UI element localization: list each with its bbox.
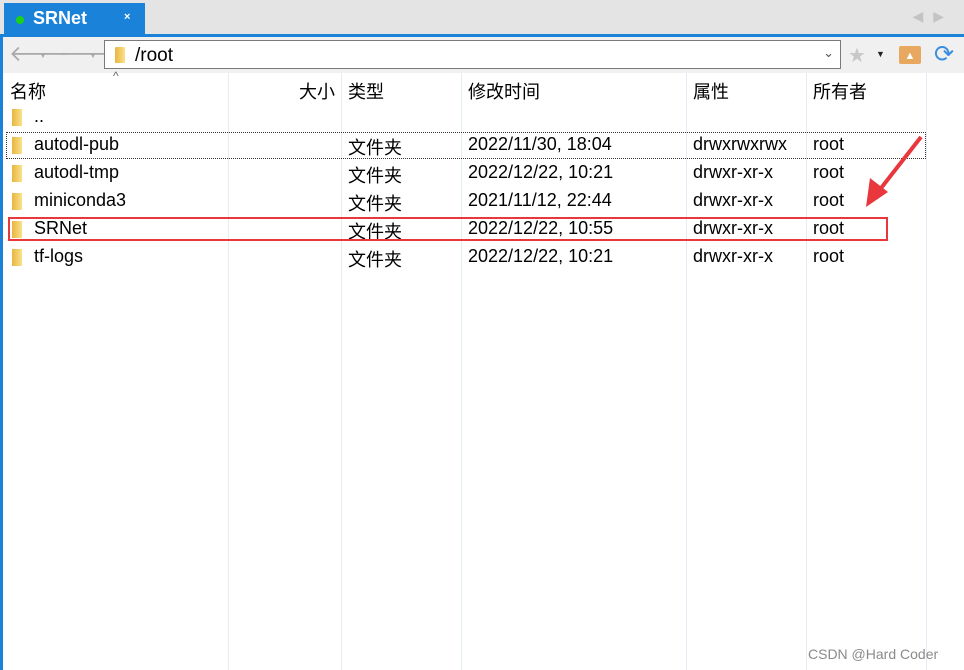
annotation-arrow [866,135,923,207]
watermark: CSDN @Hard Coder [808,646,939,662]
arrow-shaft [876,135,923,194]
